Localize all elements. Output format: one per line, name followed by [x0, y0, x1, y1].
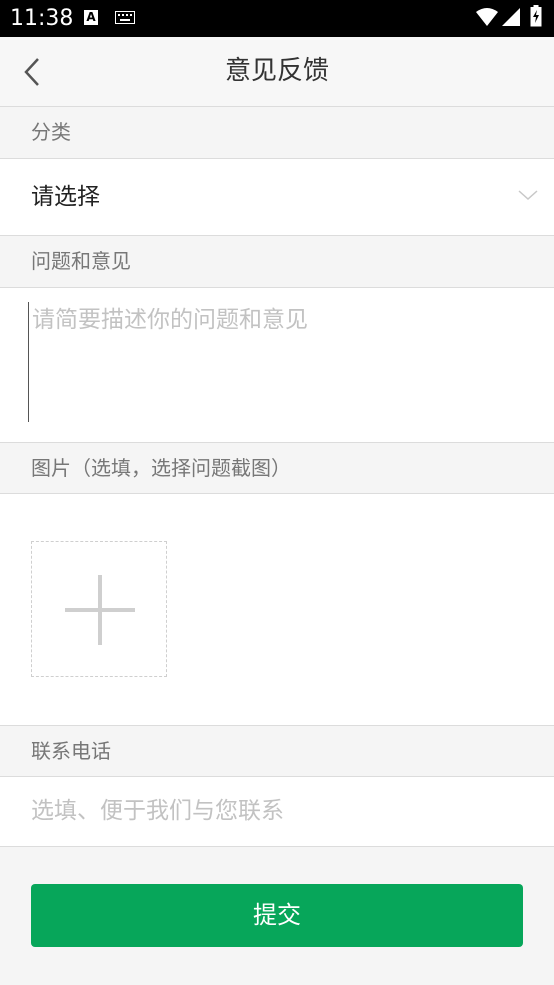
- nav-bar: 意见反馈: [0, 37, 554, 107]
- images-header-label: 图片（选填，选择问题截图）: [31, 456, 291, 480]
- contact-header-label: 联系电话: [31, 739, 111, 763]
- add-image-button[interactable]: [31, 541, 167, 677]
- signal-icon: [502, 8, 520, 26]
- battery-charging-icon: [530, 5, 542, 27]
- feedback-block: [0, 287, 554, 443]
- wifi-icon: [476, 8, 498, 26]
- keyboard-icon: [115, 11, 135, 24]
- page-title: 意见反馈: [224, 56, 329, 86]
- feedback-input[interactable]: [28, 302, 532, 422]
- submit-button[interactable]: 提交: [31, 884, 523, 947]
- images-block: [0, 493, 554, 726]
- category-select[interactable]: 请选择: [0, 158, 554, 236]
- category-header: 分类: [0, 107, 554, 158]
- chevron-left-icon[interactable]: [22, 57, 42, 87]
- images-header: 图片（选填，选择问题截图）: [0, 443, 554, 494]
- chevron-down-icon: [518, 190, 538, 201]
- status-bar: 11:38 A: [0, 0, 554, 37]
- category-value: 请选择: [31, 184, 100, 210]
- phone-input[interactable]: [31, 777, 531, 845]
- contact-block: [0, 776, 554, 847]
- feedback-header-label: 问题和意见: [31, 249, 131, 273]
- contact-header: 联系电话: [0, 726, 554, 777]
- plus-icon: [65, 575, 135, 645]
- status-time: 11:38: [10, 6, 74, 31]
- a-icon: A: [84, 10, 98, 25]
- category-header-label: 分类: [31, 120, 71, 144]
- feedback-header: 问题和意见: [0, 236, 554, 287]
